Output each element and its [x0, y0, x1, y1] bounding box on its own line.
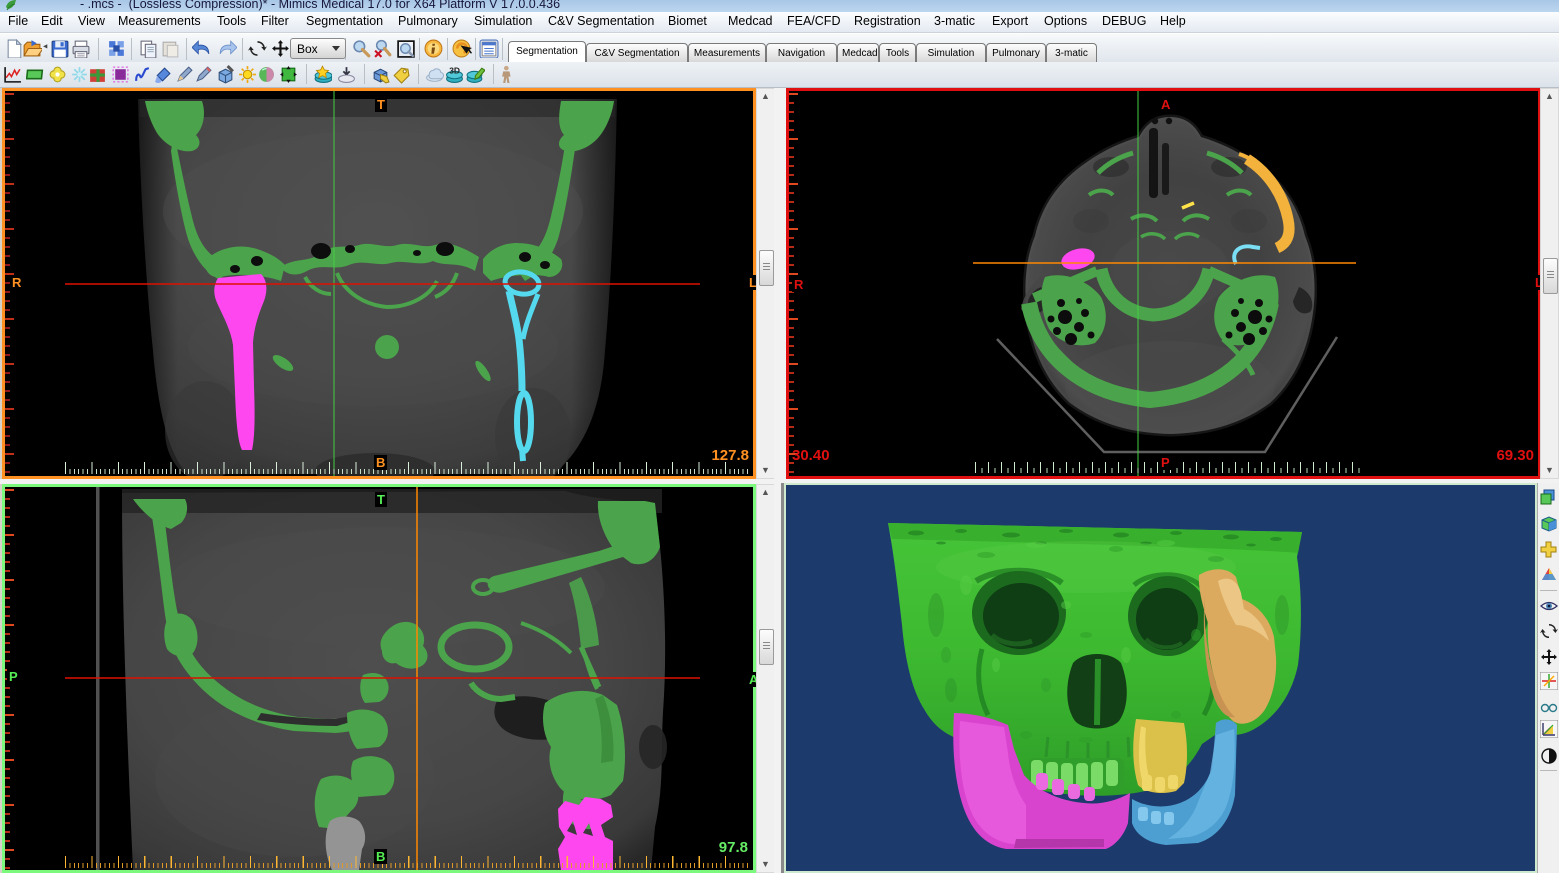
svg-text:3D: 3D: [449, 65, 460, 75]
